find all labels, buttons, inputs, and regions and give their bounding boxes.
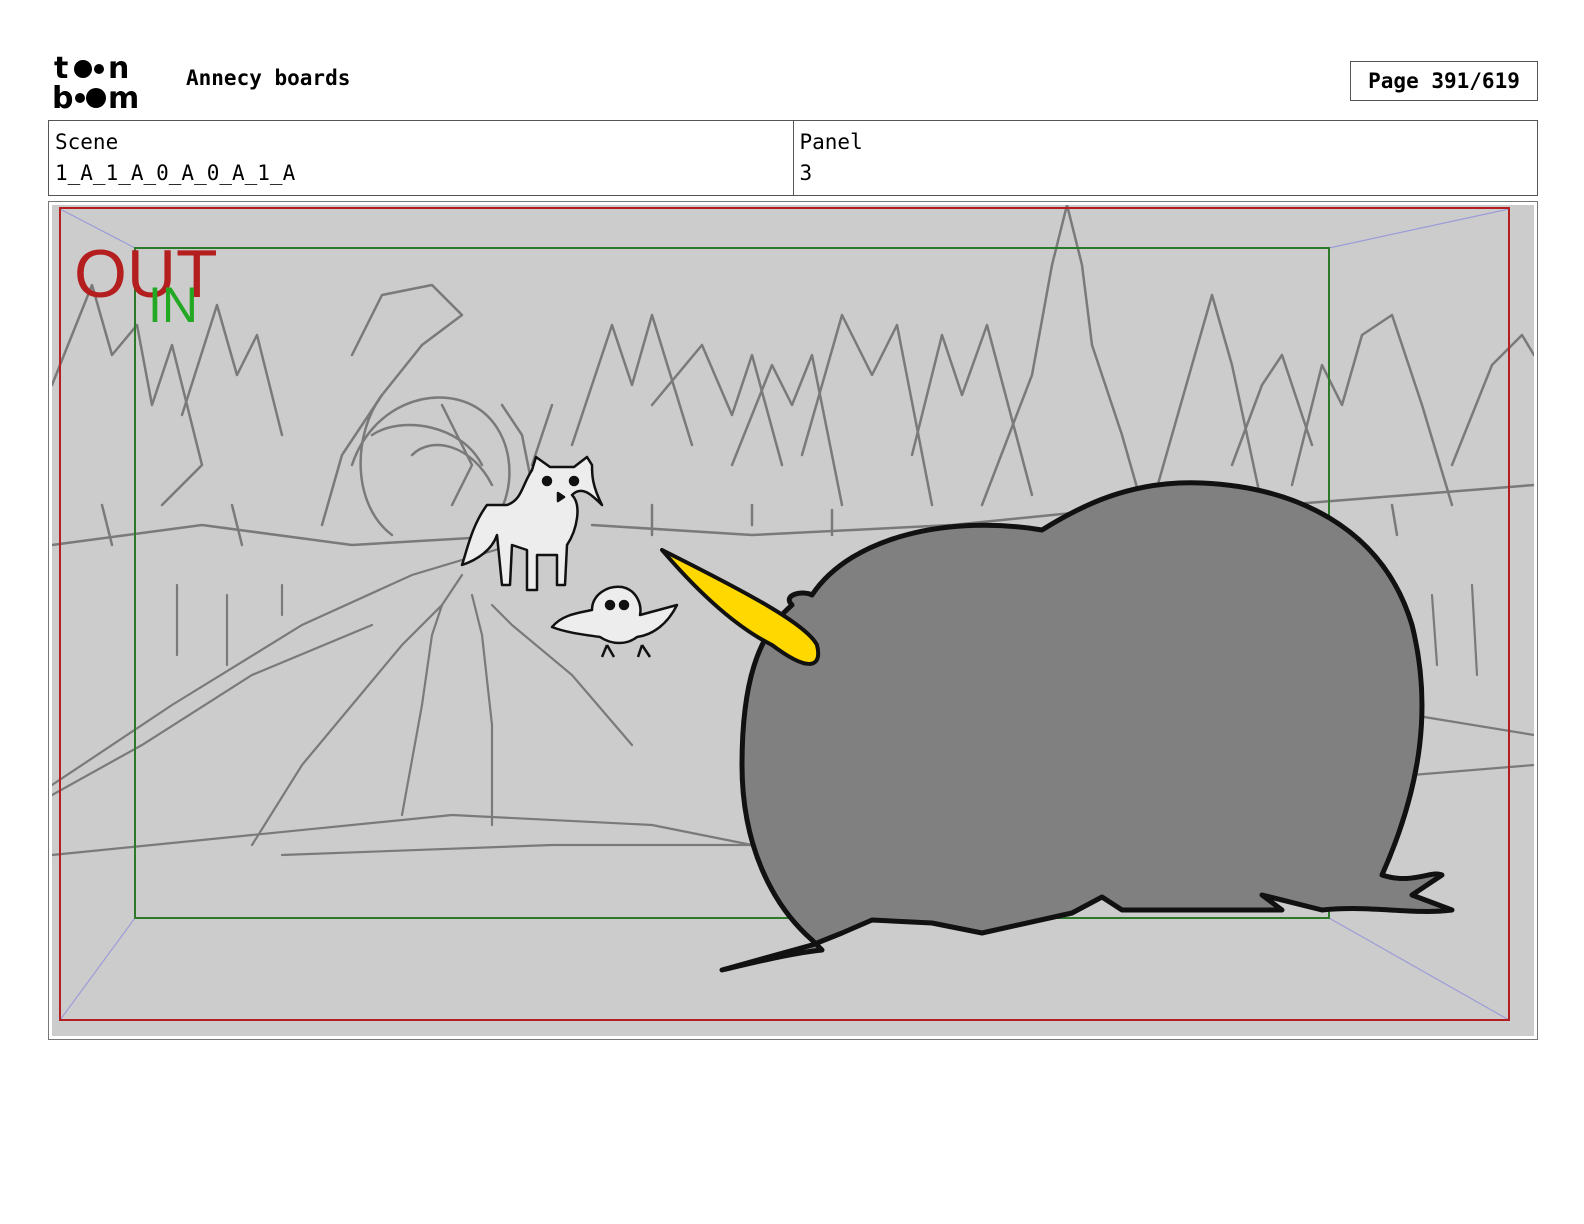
scene-cell: Scene 1_A_1_A_0_A_0_A_1_A bbox=[49, 121, 793, 195]
page-indicator-text: Page 391/619 bbox=[1368, 69, 1520, 93]
page-indicator: Page 391/619 bbox=[1350, 61, 1538, 101]
in-label: IN bbox=[148, 277, 198, 333]
scene-label: Scene bbox=[55, 130, 119, 154]
storyboard-panel-image: OUT IN bbox=[52, 205, 1534, 1036]
panel-value: 3 bbox=[799, 161, 813, 185]
panel-cell: Panel 3 bbox=[792, 121, 1538, 195]
svg-text:m: m bbox=[108, 81, 139, 110]
toon-boom-logo: t n b m bbox=[52, 51, 164, 116]
scene-panel-info: Scene 1_A_1_A_0_A_0_A_1_A Panel 3 bbox=[48, 120, 1538, 196]
document-title: Annecy boards bbox=[186, 66, 351, 90]
svg-text:b: b bbox=[52, 81, 73, 110]
scene-value: 1_A_1_A_0_A_0_A_1_A bbox=[55, 161, 296, 185]
panel-label: Panel bbox=[799, 130, 863, 154]
